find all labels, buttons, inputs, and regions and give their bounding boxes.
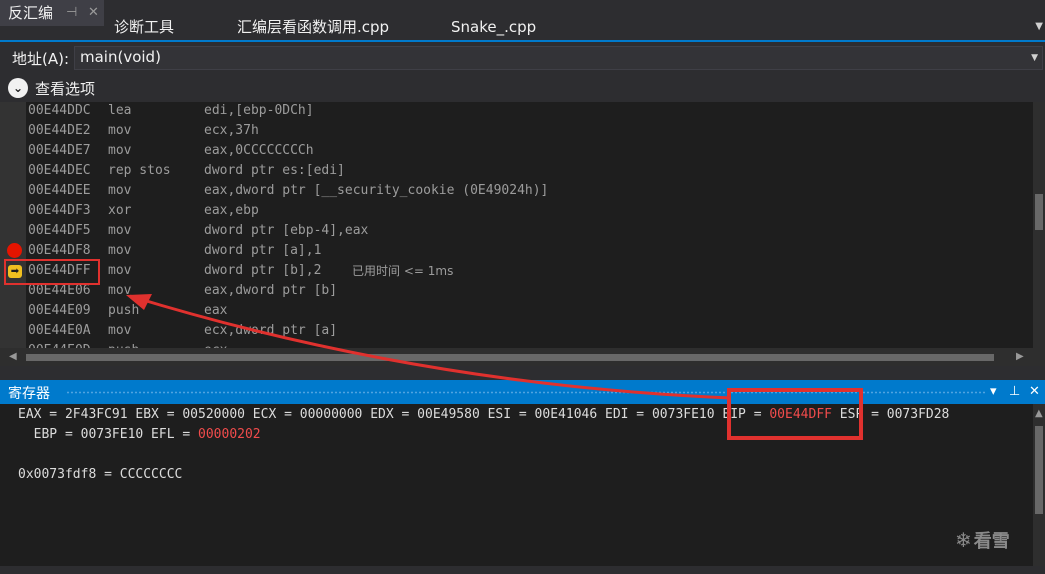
scroll-up-icon[interactable]: ▲	[1035, 408, 1043, 419]
registers-title: 寄存器	[8, 386, 50, 402]
snowflake-icon: ❄	[955, 528, 972, 552]
memory-watch-line: 0x0073fdf8 = CCCCCCCC	[18, 467, 183, 482]
instruction-mnemonic: lea	[108, 103, 132, 118]
disassembly-row[interactable]: 00E44DDC lea edi,[ebp-0DCh]	[0, 102, 1033, 121]
instruction-mnemonic: push	[108, 303, 140, 318]
instruction-mnemonic: push	[108, 341, 139, 348]
close-icon[interactable]: ✕	[88, 0, 99, 26]
disassembly-view[interactable]: 00E44DDC lea edi,[ebp-0DCh] 00E44DE2 mov ecx,…	[0, 102, 1033, 348]
register-values-c: EBP = 0073FE10 EFL =	[18, 427, 199, 442]
registers-vertical-scrollbar[interactable]: ▲	[1033, 404, 1045, 566]
instruction-mnemonic: mov	[108, 263, 132, 278]
instruction-mnemonic: mov	[108, 223, 132, 238]
register-line-2: EBP = 0073FE10 EFL = 00000202	[18, 425, 261, 445]
annotation-box-eip	[727, 388, 863, 440]
instruction-operands: ecx,dword ptr [a]	[204, 323, 338, 338]
panel-splitter[interactable]	[0, 366, 1045, 380]
instruction-address: 00E44DF8	[28, 243, 91, 258]
disassembly-row[interactable]: 00E44DF5 mov dword ptr [ebp-4],eax	[0, 221, 1033, 241]
instruction-operands: dword ptr [a],1	[204, 243, 322, 258]
instruction-operands: eax,ebp	[204, 203, 259, 218]
instruction-operands: dword ptr es:[edi]	[204, 163, 345, 178]
instruction-mnemonic: mov	[108, 283, 132, 298]
instruction-address: 00E44DDC	[28, 103, 91, 118]
instruction-address: 00E44DE2	[28, 123, 91, 138]
view-options-bar: ⌄ 查看选项	[0, 74, 1045, 102]
instruction-address: 00E44E09	[28, 303, 91, 318]
breakpoint-icon[interactable]	[7, 243, 22, 258]
view-options-label[interactable]: 查看选项	[35, 78, 95, 99]
instruction-operands: eax	[204, 303, 228, 318]
registers-view[interactable]: EAX = 2F43FC91 EBX = 00520000 ECX = 0000…	[0, 404, 1033, 566]
instruction-operands: eax,0CCCCCCCCh	[204, 143, 314, 158]
instruction-operands: eax,dword ptr [b]	[204, 283, 338, 298]
scroll-left-icon[interactable]: ◀	[9, 351, 17, 362]
window-menu-icon[interactable]: ▾	[990, 381, 997, 403]
status-strip	[0, 566, 1045, 574]
instruction-mnemonic: rep stos	[108, 163, 171, 178]
instruction-address: 00E44DF5	[28, 223, 91, 238]
tab-asm-call-cpp[interactable]: 汇编层看函数调用.cpp	[237, 14, 389, 40]
scroll-right-icon[interactable]: ▶	[1016, 351, 1024, 362]
chevron-down-icon[interactable]: ▼	[1031, 48, 1038, 68]
disassembly-row[interactable]: 00E44DF8 mov dword ptr [a],1	[0, 241, 1033, 261]
instruction-mnemonic: mov	[108, 143, 132, 158]
instruction-address: 00E44DF3	[28, 203, 91, 218]
close-icon[interactable]: ✕	[1029, 381, 1040, 403]
watermark-text: 看雪	[973, 531, 1010, 552]
pin-icon[interactable]: ⊥	[1009, 381, 1020, 403]
elapsed-time-hint: 已用时间 <= 1ms	[352, 264, 454, 278]
instruction-address: 00E44E0A	[28, 323, 91, 338]
pin-icon[interactable]: ⊣	[66, 0, 77, 26]
address-value[interactable]: main(void)	[80, 48, 161, 66]
disassembly-row[interactable]: 00E44DEC rep stos dword ptr es:[edi]	[0, 161, 1033, 181]
scrollbar-thumb[interactable]	[1035, 426, 1043, 514]
address-combobox[interactable]: main(void) ▼	[74, 46, 1043, 70]
instruction-mnemonic: mov	[108, 123, 132, 138]
instruction-mnemonic: mov	[108, 183, 132, 198]
tab-overflow-icon[interactable]: ▼	[1035, 14, 1043, 40]
instruction-address: 00E44DE7	[28, 143, 91, 158]
instruction-mnemonic: mov	[108, 323, 132, 338]
disassembly-row[interactable]: 00E44E06 mov eax,dword ptr [b]	[0, 281, 1033, 301]
instruction-mnemonic: mov	[108, 243, 132, 258]
instruction-mnemonic: xor	[108, 203, 132, 218]
address-bar: 地址(A): main(void) ▼	[0, 42, 1045, 74]
efl-value: 00000202	[198, 427, 261, 442]
instruction-operands: eax,dword ptr [__security_cookie (0E4902…	[204, 183, 549, 198]
disassembly-row[interactable]: 00E44DE7 mov eax,0CCCCCCCCh	[0, 141, 1033, 161]
instruction-address: 00E44DEE	[28, 183, 91, 198]
tab-disassembly[interactable]: 反汇编 ⊣ ✕	[0, 0, 104, 26]
expand-options-icon[interactable]: ⌄	[8, 78, 28, 98]
watermark-logo: ❄ 看雪	[955, 527, 1010, 553]
disassembly-vertical-scrollbar[interactable]	[1033, 102, 1045, 348]
tab-diagnostic-tools[interactable]: 诊断工具	[114, 14, 174, 40]
disassembly-row[interactable]: 00E44E0D push ecx	[0, 341, 1033, 348]
disassembly-row[interactable]: 00E44DE2 mov ecx,37h	[0, 121, 1033, 141]
disassembly-horizontal-scrollbar[interactable]: ◀ ▶	[0, 348, 1045, 366]
instruction-address: 00E44E0D	[28, 341, 91, 348]
disassembly-row[interactable]: 00E44DF3 xor eax,ebp	[0, 201, 1033, 221]
scrollbar-thumb[interactable]	[26, 354, 994, 361]
tab-snake-cpp[interactable]: Snake_.cpp	[451, 14, 536, 40]
instruction-operands: ecx,37h	[204, 123, 259, 138]
instruction-operands: edi,[ebp-0DCh]	[204, 103, 314, 118]
instruction-operands: dword ptr [ebp-4],eax	[204, 223, 369, 238]
register-values-a: EAX = 2F43FC91 EBX = 00520000 ECX = 0000…	[18, 407, 770, 422]
disassembly-row[interactable]: 00E44DEE mov eax,dword ptr [__security_coo…	[0, 181, 1033, 201]
instruction-address: 00E44DEC	[28, 163, 91, 178]
registers-titlebar[interactable]: 寄存器 ▾ ⊥ ✕	[0, 380, 1045, 404]
document-tab-bar: 反汇编 ⊣ ✕ 诊断工具 汇编层看函数调用.cpp Snake_.cpp ▼	[0, 0, 1045, 42]
scrollbar-thumb[interactable]	[1035, 194, 1043, 230]
address-label: 地址(A):	[12, 50, 70, 68]
instruction-operands: ecx	[204, 341, 227, 348]
disassembly-row[interactable]: 00E44E09 push eax	[0, 301, 1033, 321]
disassembly-row[interactable]: 00E44E0A mov ecx,dword ptr [a]	[0, 321, 1033, 341]
disassembly-row[interactable]: 00E44DFF mov dword ptr [b],2 已用时间 <= 1ms	[0, 261, 1033, 281]
tab-disassembly-label: 反汇编	[8, 4, 54, 22]
annotation-box-current-line	[4, 259, 100, 285]
instruction-operands: dword ptr [b],2	[204, 263, 322, 278]
